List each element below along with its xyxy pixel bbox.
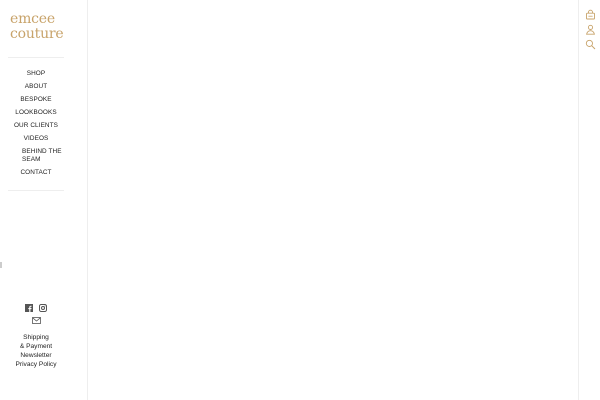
footer-link-privacy-policy[interactable]: Privacy Policy bbox=[0, 360, 72, 369]
nav-item-our-clients[interactable]: OUR CLIENTS bbox=[0, 122, 72, 130]
search-icon[interactable] bbox=[585, 37, 596, 50]
nav-item-about[interactable]: ABOUT bbox=[0, 83, 72, 91]
footer-link-newsletter[interactable]: Newsletter bbox=[0, 351, 72, 360]
footer-link-payment[interactable]: & Payment bbox=[0, 342, 72, 351]
nav-item-bespoke[interactable]: BESPOKE bbox=[0, 96, 72, 104]
divider-top bbox=[8, 57, 64, 58]
nav-item-videos[interactable]: VIDEOS bbox=[0, 135, 72, 143]
brand-line-2: couture bbox=[10, 26, 64, 42]
main-content bbox=[88, 0, 578, 400]
facebook-icon[interactable] bbox=[25, 304, 33, 314]
footer-link-shipping[interactable]: Shipping bbox=[0, 333, 72, 342]
brand-line-1: emcee bbox=[10, 11, 55, 27]
header-actions bbox=[578, 0, 600, 400]
main-nav: SHOP ABOUT BESPOKE LOOKBOOKS OUR CLIENTS… bbox=[0, 70, 72, 182]
scroll-handle[interactable] bbox=[0, 262, 2, 268]
brand-logo[interactable]: emcee couture bbox=[10, 12, 70, 42]
instagram-icon[interactable] bbox=[39, 304, 47, 314]
nav-item-behind-the-seam[interactable]: BEHIND THE SEAM bbox=[0, 148, 72, 163]
account-icon[interactable] bbox=[585, 22, 596, 35]
sidebar: emcee couture SHOP ABOUT BESPOKE LOOKBOO… bbox=[0, 0, 88, 400]
cart-icon[interactable] bbox=[585, 7, 596, 20]
footer-links: Shipping & Payment Newsletter Privacy Po… bbox=[0, 333, 72, 369]
social-links bbox=[0, 304, 72, 330]
nav-item-contact[interactable]: CONTACT bbox=[0, 169, 72, 177]
divider-bottom bbox=[8, 190, 64, 191]
nav-item-lookbooks[interactable]: LOOKBOOKS bbox=[0, 109, 72, 117]
nav-item-shop[interactable]: SHOP bbox=[0, 70, 72, 78]
mail-icon[interactable] bbox=[31, 317, 41, 327]
